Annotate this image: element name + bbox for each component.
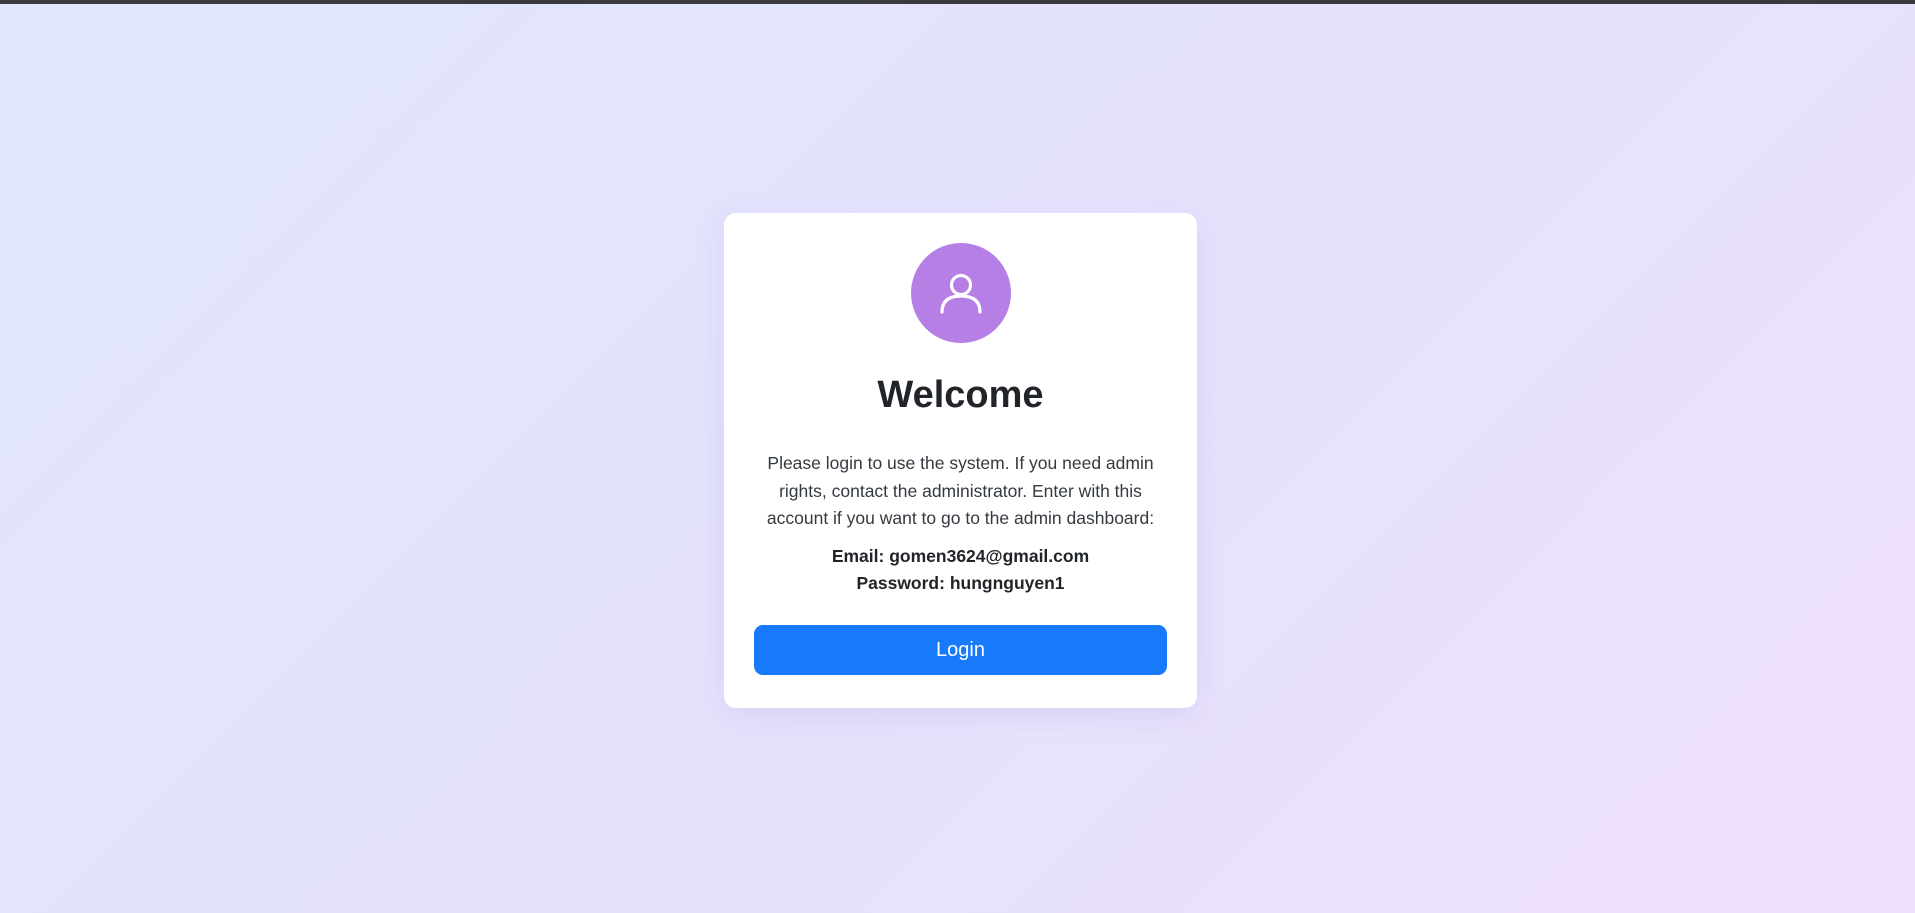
avatar [910,243,1011,343]
user-icon [938,270,984,316]
email-credential: Email: gomen3624@gmail.com [754,543,1167,570]
welcome-title: Welcome [877,374,1044,416]
login-button[interactable]: Login [754,624,1167,675]
password-value: hungnguyen1 [949,572,1065,593]
admin-credentials: Email: gomen3624@gmail.com Password: hun… [754,543,1167,597]
password-label: Password: [856,572,945,593]
login-instructions: Please login to use the system. If you n… [766,453,1155,528]
email-value: gomen3624@gmail.com [889,545,1090,566]
email-label: Email: [831,545,885,566]
password-credential: Password: hungnguyen1 [754,570,1167,597]
login-card: Welcome Please login to use the system. … [724,213,1197,708]
top-window-strip [0,0,1915,4]
